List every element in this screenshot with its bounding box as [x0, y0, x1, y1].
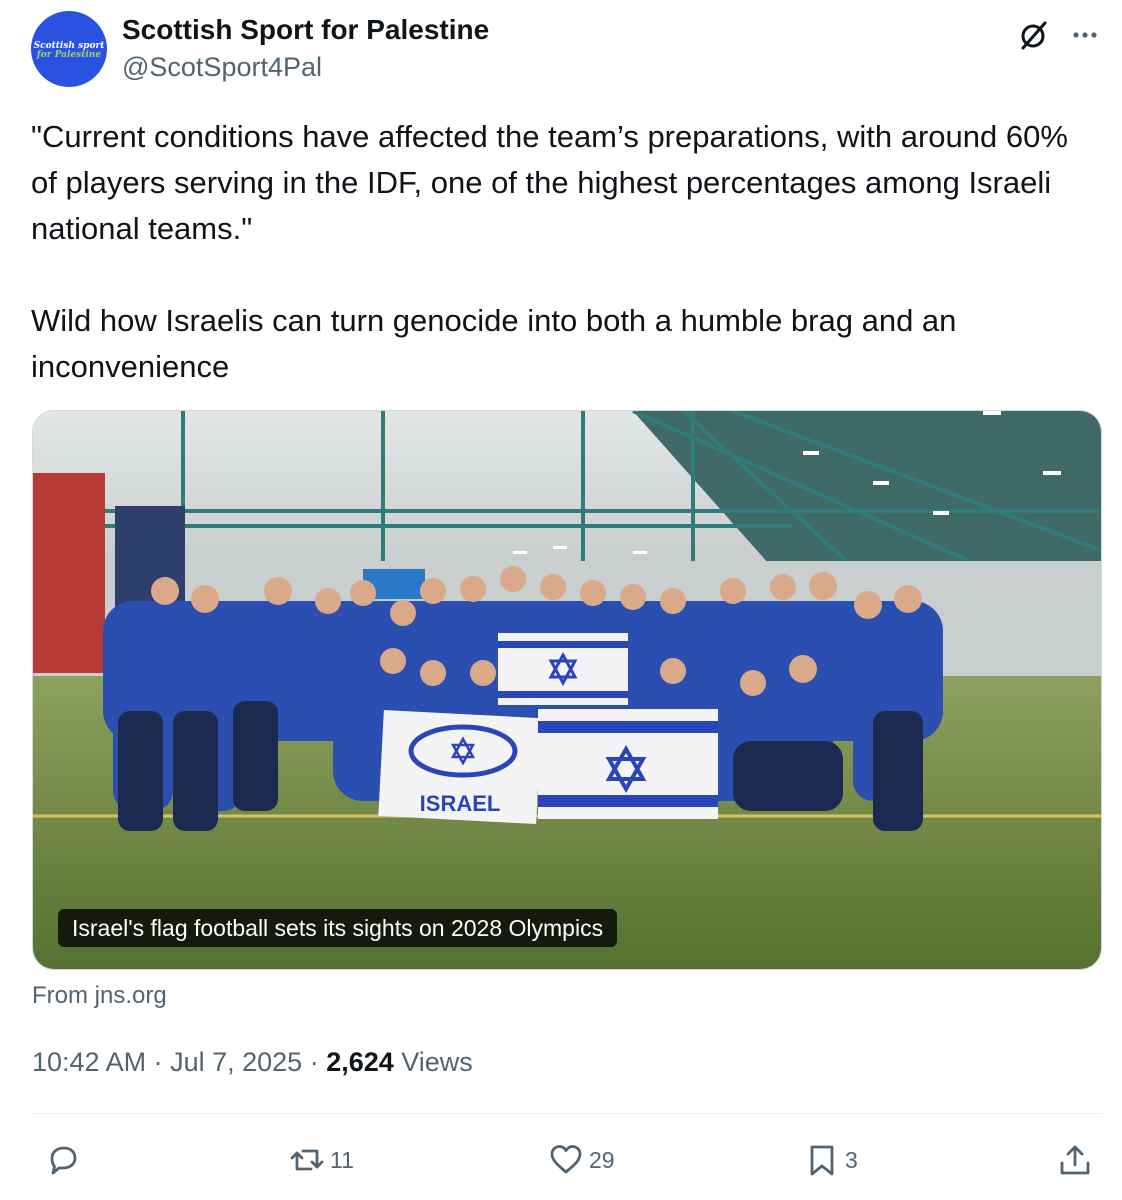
- avatar-logo: Scottish sport for Palestine: [31, 42, 107, 60]
- author-handle[interactable]: @ScotSport4Pal: [122, 50, 322, 84]
- meta-separator: ·: [302, 1047, 327, 1077]
- views-label: Views: [393, 1047, 473, 1077]
- avatar-line2: for Palestine: [36, 50, 102, 60]
- team-photo: ISRAEL: [33, 411, 1101, 969]
- reply-icon: [50, 1146, 77, 1175]
- grok-icon[interactable]: [1017, 18, 1051, 52]
- like-icon: [550, 1145, 582, 1174]
- bookmark-icon: [810, 1145, 834, 1176]
- more-icon[interactable]: [1068, 18, 1102, 52]
- meta-separator: ·: [146, 1047, 171, 1077]
- share-icon: [1060, 1145, 1090, 1175]
- flag-israel-text: ISRAEL: [420, 791, 501, 816]
- repost-count: 11: [330, 1146, 354, 1173]
- bookmark-button[interactable]: 3: [805, 1140, 858, 1180]
- like-count: 29: [589, 1146, 615, 1173]
- like-button[interactable]: 29: [549, 1140, 615, 1180]
- avatar[interactable]: Scottish sport for Palestine: [31, 11, 107, 87]
- card-caption: Israel's flag football sets its sights o…: [58, 909, 618, 947]
- repost-button[interactable]: 11: [290, 1140, 354, 1180]
- link-card-image[interactable]: ISRAEL Israel's flag football sets its s…: [32, 410, 1102, 970]
- tweet-date[interactable]: Jul 7, 2025: [170, 1047, 302, 1077]
- tweet-meta: 10:42 AM · Jul 7, 2025 · 2,624 Views: [32, 1045, 473, 1079]
- tweet-text: "Current conditions have affected the te…: [31, 119, 1068, 384]
- repost-icon: [290, 1149, 324, 1171]
- tweet-time[interactable]: 10:42 AM: [32, 1047, 146, 1077]
- share-button[interactable]: [1058, 1140, 1092, 1180]
- card-source[interactable]: From jns.org: [32, 981, 167, 1011]
- bookmark-count: 3: [845, 1146, 858, 1173]
- divider: [32, 1113, 1103, 1114]
- author-display-name[interactable]: Scottish Sport for Palestine: [122, 13, 489, 47]
- views-count: 2,624: [326, 1047, 394, 1077]
- reply-button[interactable]: [46, 1140, 86, 1180]
